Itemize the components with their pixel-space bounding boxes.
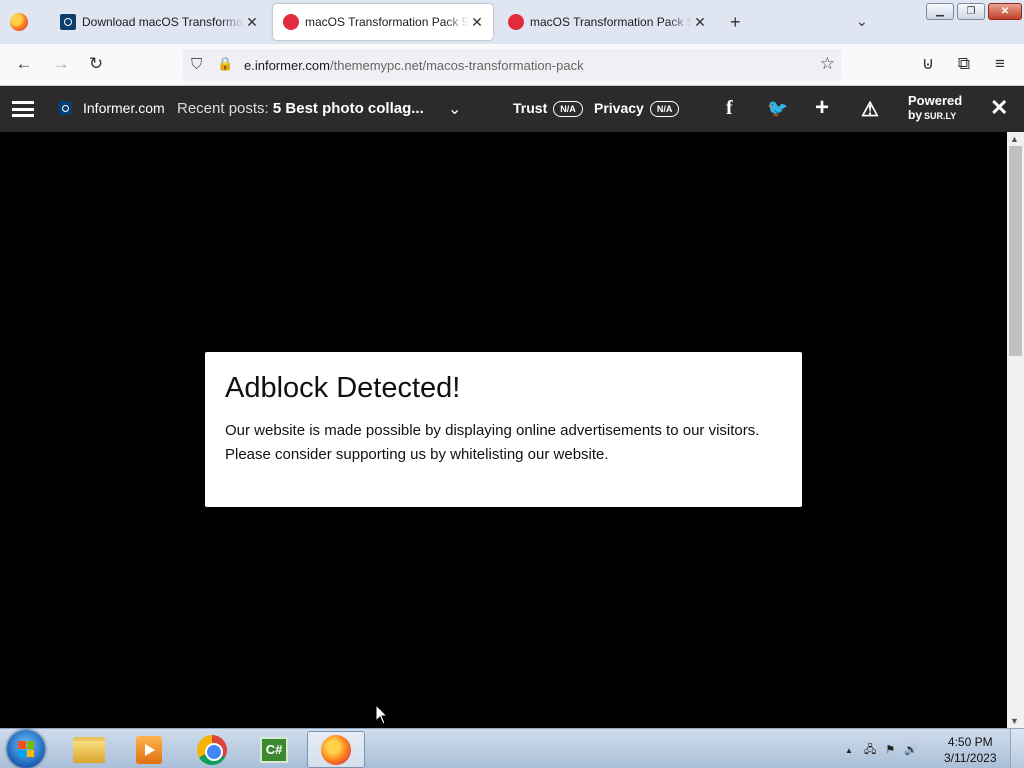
tab-label: Download macOS Transformation Pack bbox=[82, 15, 244, 29]
trust-rating: Trust N/A bbox=[513, 100, 583, 117]
app-menu-icon[interactable]: ≡ bbox=[989, 54, 1011, 74]
navigation-bar: ← → ↻ ⛉ 🔒 e.informer.com/thememypc.net/m… bbox=[0, 44, 1024, 86]
site-name[interactable]: Informer.com bbox=[83, 100, 165, 116]
scroll-up-icon[interactable]: ▲ bbox=[1010, 134, 1019, 144]
mouse-cursor-icon bbox=[375, 704, 389, 725]
hamburger-menu-icon[interactable] bbox=[12, 101, 34, 117]
privacy-badge: N/A bbox=[649, 101, 680, 117]
csharp-icon: C# bbox=[260, 736, 288, 763]
screen: Download macOS Transformation Pack ✕ mac… bbox=[0, 0, 1024, 768]
tracking-shield-icon[interactable]: ⛉ bbox=[191, 56, 202, 73]
add-icon[interactable]: + bbox=[815, 94, 829, 122]
tab-macos-transformation[interactable]: macOS Transformation Pack 5.0 ✕ bbox=[498, 4, 716, 40]
powered-label: Powered bbox=[908, 93, 963, 108]
close-toolbar-icon[interactable]: ✕ bbox=[990, 95, 1008, 121]
by-label: by bbox=[908, 108, 923, 122]
powered-by-line: by SUR.LY bbox=[908, 108, 962, 123]
restore-button[interactable]: ❐ bbox=[957, 3, 985, 20]
taskbar-chrome[interactable] bbox=[183, 731, 241, 768]
taskbar-media-player[interactable] bbox=[120, 731, 178, 768]
media-player-icon bbox=[136, 735, 162, 764]
tab-macos-transformation-active[interactable]: macOS Transformation Pack 5.0 ✕ bbox=[273, 4, 493, 40]
recent-posts[interactable]: Recent posts: 5 Best photo collag... bbox=[177, 100, 424, 117]
show-hidden-icons-icon[interactable]: ▲ bbox=[845, 746, 853, 755]
back-icon[interactable]: ← bbox=[13, 54, 35, 74]
clock[interactable]: 4:50 PM 3/11/2023 bbox=[944, 734, 997, 766]
network-icon[interactable]: 🖧 bbox=[864, 744, 876, 756]
windows-logo-icon bbox=[18, 741, 34, 757]
thememypc-icon bbox=[283, 14, 299, 30]
facebook-icon[interactable]: f bbox=[726, 97, 733, 120]
url-path: /thememypc.net/macos-transformation-pack bbox=[329, 58, 584, 73]
bookmark-star-icon[interactable]: ☆ bbox=[820, 54, 835, 74]
informer-icon bbox=[60, 14, 76, 30]
trust-badge: N/A bbox=[553, 101, 583, 117]
modal-line-2: Please consider supporting us by whiteli… bbox=[225, 446, 609, 463]
taskbar-file-explorer[interactable] bbox=[60, 731, 118, 768]
firefox-menu-icon[interactable] bbox=[10, 13, 28, 31]
taskbar-csharp[interactable]: C# bbox=[245, 731, 303, 768]
recent-post-title[interactable]: 5 Best photo collag... bbox=[273, 100, 424, 117]
privacy-label: Privacy bbox=[594, 100, 644, 116]
thememypc-icon bbox=[508, 14, 524, 30]
chrome-icon bbox=[197, 734, 227, 765]
show-desktop-button[interactable] bbox=[1010, 729, 1024, 768]
firefox-icon bbox=[321, 734, 351, 765]
surly-toolbar: Informer.com Recent posts: 5 Best photo … bbox=[0, 86, 1024, 132]
taskbar-firefox[interactable] bbox=[307, 731, 365, 768]
modal-message: Our website is made possible by displayi… bbox=[225, 419, 782, 467]
url-text[interactable]: e.informer.com/thememypc.net/macos-trans… bbox=[244, 58, 584, 73]
forward-icon[interactable]: → bbox=[50, 54, 72, 74]
warning-icon[interactable]: ⚠ bbox=[861, 97, 879, 122]
window-close-button[interactable]: ✕ bbox=[988, 3, 1022, 20]
taskbar: C# ▲ 🖧 ⚑ 🔊 4:50 PM 3/11/2023 bbox=[0, 728, 1024, 768]
clock-time: 4:50 PM bbox=[947, 735, 993, 749]
adblock-modal: Adblock Detected! Our website is made po… bbox=[205, 352, 802, 507]
clock-date: 3/11/2023 bbox=[944, 751, 997, 765]
tab-label: macOS Transformation Pack 5.0 bbox=[305, 15, 469, 29]
pocket-icon[interactable]: ⊍ bbox=[917, 54, 939, 74]
scroll-down-icon[interactable]: ▼ bbox=[1010, 716, 1019, 726]
modal-title: Adblock Detected! bbox=[225, 372, 461, 404]
extensions-icon[interactable]: ⧉ bbox=[953, 54, 975, 74]
recent-posts-label: Recent posts: bbox=[177, 100, 269, 117]
tab-download-macos[interactable]: Download macOS Transformation Pack ✕ bbox=[50, 4, 268, 40]
tab-strip: Download macOS Transformation Pack ✕ mac… bbox=[0, 0, 1024, 44]
page-content: Adblock Detected! Our website is made po… bbox=[0, 132, 1007, 728]
powered-by-surly[interactable]: Powered by SUR.LY bbox=[908, 94, 962, 123]
chevron-down-icon[interactable]: ⌄ bbox=[448, 99, 461, 119]
volume-icon[interactable]: 🔊 bbox=[904, 744, 918, 756]
url-bar[interactable]: ⛉ 🔒 e.informer.com/thememypc.net/macos-t… bbox=[183, 49, 841, 81]
privacy-rating: Privacy N/A bbox=[594, 100, 680, 117]
lock-icon[interactable]: 🔒 bbox=[217, 56, 233, 72]
reload-icon[interactable]: ↻ bbox=[85, 54, 107, 74]
list-all-tabs-icon[interactable]: ⌄ bbox=[856, 13, 868, 30]
new-tab-button[interactable]: + bbox=[730, 12, 741, 33]
surly-brand: SUR.LY bbox=[924, 111, 957, 121]
start-button[interactable] bbox=[7, 730, 45, 768]
close-tab-icon[interactable]: ✕ bbox=[692, 14, 708, 31]
tab-label: macOS Transformation Pack 5.0 bbox=[530, 15, 692, 29]
twitter-icon[interactable]: 🐦 bbox=[767, 99, 788, 119]
trust-label: Trust bbox=[513, 100, 548, 116]
modal-line-1: Our website is made possible by displayi… bbox=[225, 422, 760, 439]
scrollbar-thumb[interactable] bbox=[1009, 146, 1022, 356]
action-center-flag-icon[interactable]: ⚑ bbox=[885, 744, 895, 756]
informer-icon bbox=[58, 101, 72, 115]
system-tray: ▲ 🖧 ⚑ 🔊 bbox=[845, 741, 918, 760]
file-explorer-icon bbox=[73, 736, 105, 763]
url-domain: e.informer.com bbox=[244, 58, 330, 73]
minimize-button[interactable]: ▁ bbox=[926, 3, 954, 20]
close-tab-icon[interactable]: ✕ bbox=[244, 14, 260, 31]
page-scrollbar[interactable]: ▲ ▼ bbox=[1007, 132, 1024, 728]
close-tab-icon[interactable]: ✕ bbox=[469, 14, 485, 31]
